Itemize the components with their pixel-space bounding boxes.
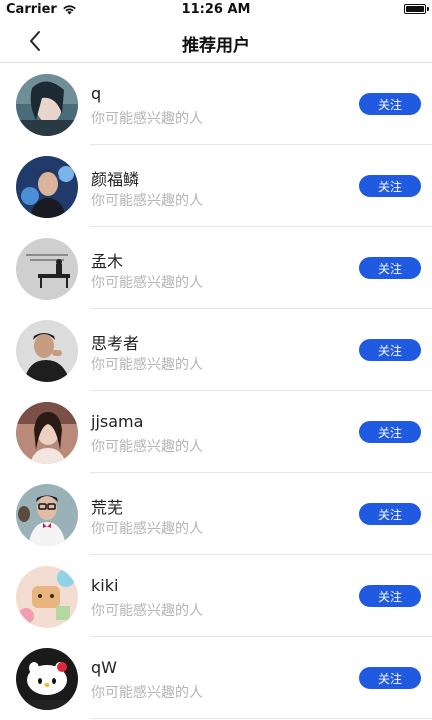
- user-list: q 你可能感兴趣的人 关注 颜福鳞 你可能感兴趣的人 关注 孟木 你可能感兴趣的…: [0, 63, 432, 719]
- user-subtitle: 你可能感兴趣的人: [91, 685, 203, 701]
- avatar[interactable]: [16, 320, 78, 382]
- user-name: q: [91, 84, 102, 103]
- user-name: 颜福鳞: [91, 170, 140, 189]
- avatar[interactable]: [16, 238, 78, 300]
- avatar[interactable]: [16, 402, 78, 464]
- page-title: 推荐用户: [182, 36, 250, 56]
- follow-button[interactable]: 关注: [359, 257, 421, 279]
- navigation-bar: 推荐用户: [0, 20, 432, 63]
- user-name: kiki: [91, 576, 119, 595]
- user-row[interactable]: 思考者 你可能感兴趣的人 关注: [0, 309, 432, 391]
- user-name: 孟木: [91, 252, 124, 271]
- follow-button[interactable]: 关注: [359, 93, 421, 115]
- follow-button[interactable]: 关注: [359, 585, 421, 607]
- user-row[interactable]: 孟木 你可能感兴趣的人 关注: [0, 227, 432, 309]
- user-subtitle: 你可能感兴趣的人: [91, 603, 203, 619]
- avatar[interactable]: [16, 648, 78, 710]
- avatar[interactable]: [16, 74, 78, 136]
- follow-button[interactable]: 关注: [359, 421, 421, 443]
- status-bar: Carrier 11:26 AM: [0, 0, 432, 20]
- follow-button[interactable]: 关注: [359, 339, 421, 361]
- user-name: qW: [91, 658, 117, 677]
- user-name: jjsama: [91, 412, 144, 431]
- avatar[interactable]: [16, 566, 78, 628]
- user-name: 思考者: [91, 334, 140, 353]
- user-subtitle: 你可能感兴趣的人: [91, 357, 203, 373]
- user-subtitle: 你可能感兴趣的人: [91, 275, 203, 291]
- user-row[interactable]: kiki 你可能感兴趣的人 关注: [0, 555, 432, 637]
- battery-icon: [404, 4, 429, 14]
- user-subtitle: 你可能感兴趣的人: [91, 439, 203, 455]
- user-row[interactable]: 荒芜 你可能感兴趣的人 关注: [0, 473, 432, 555]
- row-divider: [90, 718, 432, 719]
- user-name: 荒芜: [91, 498, 124, 517]
- follow-button[interactable]: 关注: [359, 175, 421, 197]
- user-subtitle: 你可能感兴趣的人: [91, 521, 203, 537]
- follow-button[interactable]: 关注: [359, 667, 421, 689]
- status-time: 11:26 AM: [181, 2, 251, 17]
- avatar[interactable]: [16, 484, 78, 546]
- user-subtitle: 你可能感兴趣的人: [91, 193, 203, 209]
- user-subtitle: 你可能感兴趣的人: [91, 111, 203, 127]
- avatar[interactable]: [16, 156, 78, 218]
- follow-button[interactable]: 关注: [359, 503, 421, 525]
- user-row[interactable]: 颜福鳞 你可能感兴趣的人 关注: [0, 145, 432, 227]
- user-row[interactable]: qW 你可能感兴趣的人 关注: [0, 637, 432, 719]
- user-row[interactable]: jjsama 你可能感兴趣的人 关注: [0, 391, 432, 473]
- user-row[interactable]: q 你可能感兴趣的人 关注: [0, 63, 432, 145]
